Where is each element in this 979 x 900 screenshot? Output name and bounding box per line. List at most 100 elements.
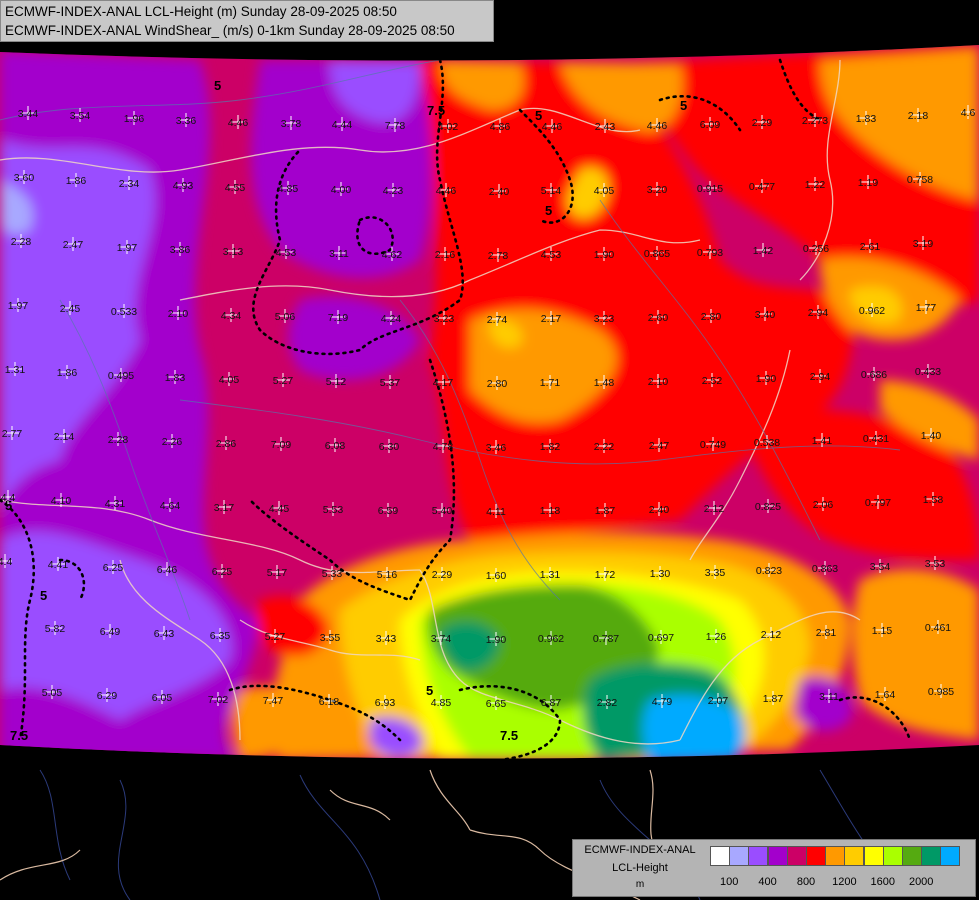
shear-value: 2.80 [487, 378, 508, 390]
title-line-1: ECMWF-INDEX-ANAL LCL-Height (m) Sunday 2… [5, 4, 397, 19]
legend-unit: m [635, 879, 645, 890]
shear-value: 1.90 [756, 373, 777, 385]
shear-value: 6.65 [486, 698, 507, 710]
shear-value: 2.12 [704, 503, 725, 515]
shear-value: 0.797 [865, 497, 891, 509]
shear-value: 2.16 [435, 249, 456, 261]
shear-value: 2.94 [810, 371, 831, 383]
shear-value: 4.4 [0, 556, 12, 568]
shear-value: 6.93 [375, 697, 396, 709]
shear-value: 1.90 [486, 634, 507, 646]
contour-label: 7.5 [500, 728, 518, 743]
shear-value: 0.962 [538, 633, 564, 645]
shear-value: 1.22 [805, 179, 826, 191]
shear-value: 3.17 [214, 502, 235, 514]
shear-value: 2.81 [816, 627, 837, 639]
shear-value: 5.40 [432, 505, 453, 517]
shear-value: 0.256 [803, 243, 829, 255]
shear-value: 3.36 [176, 115, 197, 127]
shear-value: 1.72 [595, 569, 616, 581]
shear-value: 4.44 [332, 119, 353, 131]
shear-value: 7.78 [385, 120, 406, 132]
shear-value: 2.273 [802, 115, 828, 127]
lcl-field: 5 5 7.5 5 5 5 5 7.5 7.5 5 3.44 3.54 1.96 3.… [0, 45, 979, 759]
shear-value: 5.27 [273, 375, 294, 387]
shear-value: 1.26 [706, 631, 727, 643]
shear-value: 2.78 [488, 250, 509, 262]
shear-value: 5.37 [380, 377, 401, 389]
shear-value: 1.71 [540, 377, 561, 389]
shear-value: 6.29 [97, 690, 118, 702]
shear-value: 0.538 [754, 437, 780, 449]
shear-value: 4.17 [433, 377, 454, 389]
shear-value: 5.05 [42, 687, 63, 699]
legend-tick: 400 [758, 876, 777, 888]
legend-swatch [729, 846, 750, 866]
shear-value: 4.41 [48, 559, 69, 571]
shear-value: 5.53 [323, 504, 344, 516]
shear-value: 2.29 [432, 569, 453, 581]
legend-swatch [748, 846, 769, 866]
shear-value: 4.05 [594, 185, 615, 197]
shear-value: 2.14 [54, 431, 75, 443]
shear-value: 7.19 [328, 312, 349, 324]
shear-value: 3.54 [870, 561, 891, 573]
shear-value: 4.62 [382, 249, 403, 261]
shear-value: 3.86 [170, 244, 191, 256]
shear-value: 7.47 [263, 695, 284, 707]
legend-tick: 1600 [870, 876, 896, 888]
legend-tick: 800 [796, 876, 816, 888]
shear-value: 1.86 [57, 367, 78, 379]
shear-value: 5.14 [541, 185, 562, 197]
shear-value: 3.55 [320, 632, 341, 644]
title-box: ECMWF-INDEX-ANAL LCL-Height (m) Sunday 2… [0, 0, 494, 42]
shear-value: 4.45 [269, 503, 290, 515]
shear-value: 4.00 [331, 184, 352, 196]
contour-label: 5 [680, 98, 687, 113]
shear-value: 0.495 [108, 370, 134, 382]
shear-value: 1.41 [812, 435, 833, 447]
shear-value: 4.46 [647, 120, 668, 132]
shear-value: 5.12 [326, 376, 347, 388]
shear-value: 6.35 [210, 630, 231, 642]
shear-value: 2.80 [701, 311, 722, 323]
shear-value: 6.18 [319, 696, 340, 708]
shear-value: 5.82 [45, 623, 66, 635]
legend-swatch [844, 846, 865, 866]
legend-tick: 2000 [908, 876, 934, 888]
shear-value: 5.17 [267, 567, 288, 579]
legend-swatch [806, 846, 826, 866]
shear-value: 2.61 [860, 241, 881, 253]
shear-value: 2.07 [708, 695, 729, 707]
shear-value: 3.13 [223, 246, 244, 258]
shear-value: 6.87 [541, 697, 562, 709]
shear-value: 1.87 [763, 693, 784, 705]
contour-label: 5 [545, 203, 552, 218]
shear-value: 4.6 [961, 107, 976, 119]
shear-value: 4.55 [225, 182, 246, 194]
shear-value: 1.96 [124, 113, 145, 125]
shear-value: 0.793 [697, 247, 723, 259]
shear-value: 1.30 [650, 568, 671, 580]
shear-value: 3.40 [755, 309, 776, 321]
shear-value: 4.93 [173, 180, 194, 192]
shear-value: 6.49 [100, 626, 121, 638]
shear-value: 2.12 [761, 629, 782, 641]
shear-value: 2.18 [908, 110, 929, 122]
shear-value: 1.82 [540, 441, 561, 453]
shear-value: 2.94 [808, 307, 829, 319]
shear-value: 1.64 [875, 689, 896, 701]
shear-value: 1.97 [117, 242, 138, 254]
shear-value: 6.30 [379, 441, 400, 453]
shear-value: 2.47 [649, 440, 670, 452]
legend-variable: LCL-Height [612, 862, 668, 874]
shear-value: 5.33 [322, 568, 343, 580]
shear-value: 2.28 [108, 434, 129, 446]
shear-value: 7.09 [271, 439, 292, 451]
legend-title: ECMWF-INDEX-ANAL [584, 844, 696, 856]
shear-value: 0.985 [928, 686, 954, 698]
shear-value: 3.19 [913, 238, 934, 250]
shear-value: 0.697 [648, 632, 674, 644]
shear-value: 1.19 [858, 177, 879, 189]
shear-value: 2.47 [63, 239, 84, 251]
